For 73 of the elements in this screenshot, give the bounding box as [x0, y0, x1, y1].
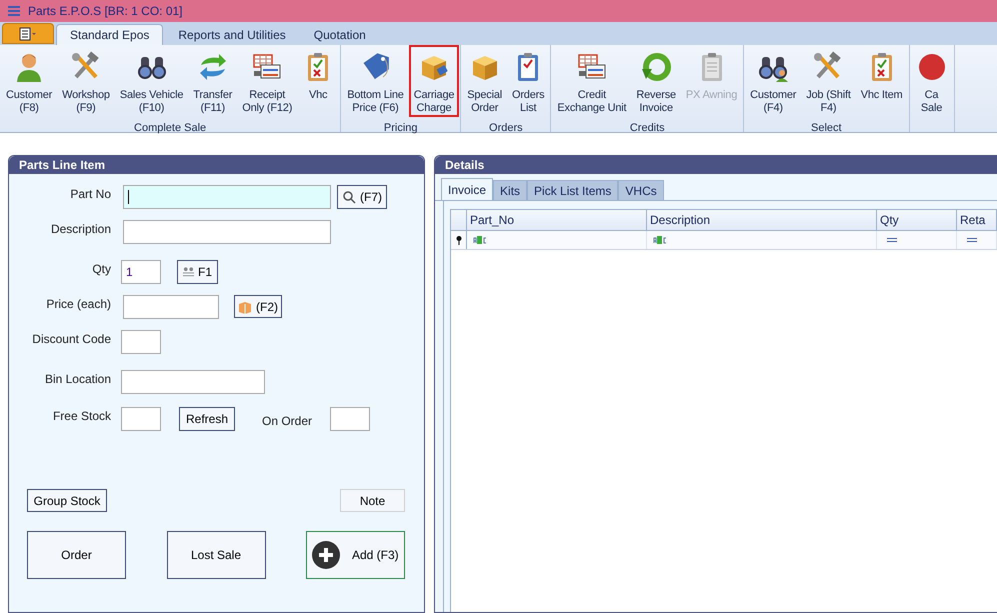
people-icon — [183, 266, 194, 278]
description-field[interactable] — [123, 220, 331, 244]
free-stock-field[interactable] — [121, 407, 161, 431]
quantity-field[interactable]: 1 — [121, 260, 161, 284]
field-label: Discount Code — [31, 331, 112, 348]
refresh-button[interactable]: Refresh — [179, 407, 235, 431]
field-label: Description — [50, 221, 112, 238]
field-label: Price (each) — [45, 296, 112, 313]
search-icon — [342, 190, 356, 204]
ribbon-button[interactable]: Credit Exchange Unit — [552, 49, 632, 121]
ribbon-tab[interactable]: Standard Epos — [56, 24, 164, 45]
discount-code-field[interactable] — [121, 330, 161, 354]
column-header[interactable]: Reta — [957, 210, 997, 230]
ribbon-button[interactable]: Vhc — [297, 49, 340, 121]
ribbon-button[interactable]: Job (Shift F4) — [801, 49, 856, 121]
ribbon-tab[interactable]: Quotation — [300, 24, 379, 45]
ribbon-group-label: Orders — [488, 121, 524, 135]
column-header[interactable]: Qty — [877, 210, 957, 230]
text-type-icon — [653, 236, 667, 244]
stock-button[interactable]: F1 — [177, 260, 218, 284]
group-stock-button[interactable]: Group Stock — [27, 489, 107, 512]
ribbon-button[interactable]: Transfer (F11) — [188, 49, 238, 121]
plus-icon — [312, 541, 340, 569]
ribbon-group-label: Select — [810, 121, 843, 135]
price-button[interactable]: (F2) — [234, 295, 282, 318]
ribbon-button[interactable]: Ca Sale — [910, 49, 952, 121]
document-icon — [19, 26, 37, 40]
field-label: On Order — [262, 413, 312, 430]
on-order-field[interactable] — [330, 407, 370, 431]
ribbon-button[interactable]: Special Order — [462, 49, 507, 121]
search-button[interactable]: (F7) — [337, 185, 387, 209]
window-title: Parts E.P.O.S [BR: 1 CO: 01] — [28, 3, 183, 20]
ribbon-button[interactable]: Orders List — [506, 49, 550, 121]
ribbon-button[interactable]: Reverse Invoice — [631, 49, 681, 121]
details-tab[interactable]: Invoice — [441, 178, 494, 200]
panel-title: Parts Line Item — [19, 157, 106, 174]
add-button[interactable]: Add (F3) — [306, 531, 405, 579]
undo-icon — [640, 51, 672, 83]
ribbon-group-label: Complete Sale — [133, 121, 208, 135]
ribbon-button[interactable]: Vhc Item — [856, 49, 908, 121]
ribbon-button[interactable]: Carriage Charge — [408, 45, 460, 117]
field-label: Qty — [91, 261, 112, 278]
details-tab[interactable]: Kits — [493, 180, 528, 200]
ribbon-button[interactable]: Receipt Only (F12) — [237, 49, 298, 121]
details-tab[interactable]: VHCs — [618, 180, 664, 200]
price-field[interactable] — [123, 295, 219, 319]
text-type-icon — [473, 236, 487, 244]
lost-sale-button[interactable]: Lost Sale — [166, 531, 266, 579]
field-label: Part No — [69, 186, 112, 203]
ribbon-button[interactable]: Bottom Line Price (F6) — [342, 49, 409, 121]
application-menu-button[interactable] — [2, 23, 54, 44]
menu-icon[interactable] — [8, 6, 20, 16]
order-button[interactable]: Order — [27, 531, 126, 579]
field-label: Free Stock — [52, 408, 112, 425]
ribbon-button[interactable]: Workshop (F9) — [57, 49, 115, 121]
equals-icon — [967, 238, 977, 242]
details-tab[interactable]: Pick List Items — [527, 180, 618, 200]
column-header[interactable]: Part_No — [467, 210, 647, 230]
box-icon — [238, 300, 252, 314]
equals-icon — [887, 238, 897, 242]
ribbon-group-label: Pricing — [382, 121, 419, 135]
pin-icon — [456, 236, 462, 244]
ribbon-group-label: Credits — [628, 121, 666, 135]
panel-title: Details — [445, 157, 484, 174]
part-number-field[interactable] — [123, 185, 331, 209]
ribbon-button[interactable]: Customer (F4) — [745, 49, 802, 121]
ribbon-button[interactable]: Sales Vehicle (F10) — [114, 49, 188, 121]
ribbon-button[interactable]: Customer (F8) — [1, 49, 58, 121]
note-button[interactable]: Note — [340, 489, 405, 512]
ribbon-tab[interactable]: Reports and Utilities — [165, 24, 299, 45]
bin-location-field[interactable] — [121, 370, 265, 394]
column-header[interactable]: Description — [647, 210, 877, 230]
field-label: Bin Location — [44, 371, 112, 388]
